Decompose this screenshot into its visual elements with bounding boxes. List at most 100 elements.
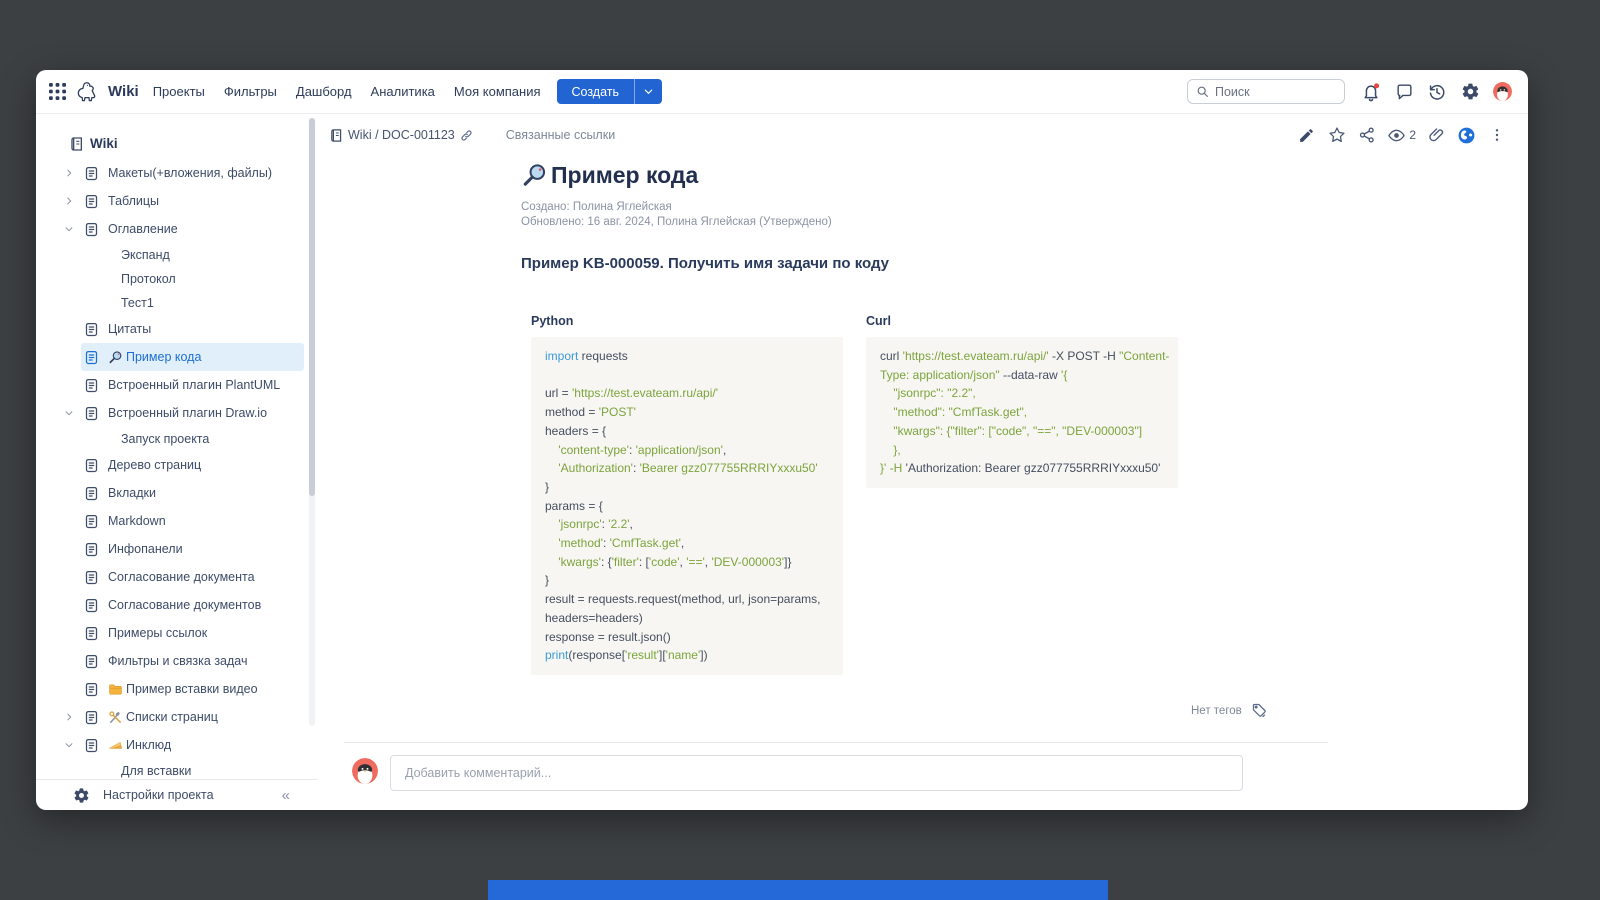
created-by: Создано: Полина Яглейская: [521, 200, 832, 215]
history-icon[interactable]: [1427, 82, 1447, 102]
sidebar-item-4[interactable]: Протокол: [36, 267, 304, 291]
sidebar-item-label: Примеры ссылок: [108, 626, 207, 640]
sidebar-item-11[interactable]: Дерево страниц: [36, 451, 304, 479]
related-links-button[interactable]: Связанные ссылки: [506, 128, 615, 142]
comment-input[interactable]: [390, 755, 1243, 791]
sidebar-item-10[interactable]: Запуск проекта: [36, 427, 304, 451]
sidebar-item-label: Инфопанели: [108, 542, 183, 556]
nav-item-4[interactable]: Моя компания: [454, 84, 541, 99]
attach-icon[interactable]: [1427, 126, 1446, 145]
chevron-down-icon[interactable]: [64, 224, 81, 234]
nav-item-1[interactable]: Фильтры: [224, 84, 277, 99]
chevron-right-icon[interactable]: [64, 712, 81, 722]
sidebar-item-9[interactable]: Встроенный плагин Draw.io: [36, 399, 304, 427]
search-box[interactable]: [1187, 79, 1345, 104]
dino-logo-icon[interactable]: [74, 80, 100, 104]
sidebar-item-17[interactable]: Примеры ссылок: [36, 619, 304, 647]
sidebar-item-label: Списки страниц: [126, 710, 218, 724]
sidebar-item-label: Фильтры и связка задач: [108, 654, 248, 668]
doc-icon: [84, 654, 99, 669]
create-button-label[interactable]: Создать: [557, 79, 635, 104]
doc-icon: [84, 486, 99, 501]
create-dropdown-caret[interactable]: [634, 79, 662, 104]
share-icon[interactable]: [1357, 126, 1376, 145]
sidebar-item-22[interactable]: Для вставки: [36, 759, 304, 779]
gear-icon[interactable]: [1460, 82, 1480, 102]
top-actions: [1361, 82, 1480, 102]
sidebar-item-label: Вкладки: [108, 486, 156, 500]
create-button[interactable]: Создать: [557, 79, 663, 104]
sidebar-item-16[interactable]: Согласование документов: [36, 591, 304, 619]
magnifier-icon: [521, 162, 548, 189]
app-title: Wiki: [108, 83, 139, 100]
sidebar-item-20[interactable]: Списки страниц: [36, 703, 304, 731]
sidebar-item-5[interactable]: Тест1: [36, 291, 304, 315]
apps-grid-icon[interactable]: [49, 83, 66, 100]
globe-icon[interactable]: [1457, 126, 1476, 145]
sidebar-item-13[interactable]: Markdown: [36, 507, 304, 535]
sidebar-item-8[interactable]: Встроенный плагин PlantUML: [36, 371, 304, 399]
chevron-down-icon[interactable]: [64, 740, 81, 750]
add-tag-icon[interactable]: [1251, 702, 1268, 719]
updated-by: Обновлено: 16 авг. 2024, Полина Яглейска…: [521, 215, 832, 230]
sidebar-item-21[interactable]: Инклюд: [36, 731, 304, 759]
sidebar-item-18[interactable]: Фильтры и связка задач: [36, 647, 304, 675]
page-tree: Макеты(+вложения, файлы)ТаблицыОглавлени…: [36, 159, 318, 779]
sidebar-item-12[interactable]: Вкладки: [36, 479, 304, 507]
chevron-right-icon[interactable]: [64, 196, 81, 206]
document-icon: [329, 128, 344, 143]
doc-icon: [84, 598, 99, 613]
copy-link-icon[interactable]: [459, 128, 474, 143]
sidebar-item-label: Встроенный плагин Draw.io: [108, 406, 267, 420]
nav-item-3[interactable]: Аналитика: [371, 84, 435, 99]
note-icon[interactable]: [1394, 82, 1414, 102]
magnifier-icon: [108, 350, 123, 365]
sidebar-item-label: Цитаты: [108, 322, 151, 336]
chevron-right-icon[interactable]: [64, 168, 81, 178]
sidebar-item-1[interactable]: Таблицы: [36, 187, 304, 215]
nav-item-0[interactable]: Проекты: [153, 84, 205, 99]
sidebar-scrollbar-thumb[interactable]: [309, 118, 315, 496]
doc-icon: [84, 682, 99, 697]
sidebar-item-14[interactable]: Инфопанели: [36, 535, 304, 563]
sidebar: Wiki Макеты(+вложения, файлы)ТаблицыОгла…: [36, 114, 318, 810]
breadcrumb-text[interactable]: Wiki / DOC-001123: [348, 128, 455, 142]
nav-item-2[interactable]: Дашборд: [296, 84, 352, 99]
chevron-down-icon[interactable]: [64, 408, 81, 418]
doc-icon: [84, 458, 99, 473]
user-avatar[interactable]: [1493, 82, 1512, 101]
doc-icon: [84, 570, 99, 585]
watchers-button[interactable]: 2: [1387, 126, 1416, 145]
sidebar-item-label: Пример кода: [126, 350, 201, 364]
doc-icon: [84, 738, 99, 753]
sidebar-item-15[interactable]: Согласование документа: [36, 563, 304, 591]
collapse-sidebar-button[interactable]: «: [282, 787, 290, 804]
doc-icon: [84, 194, 99, 209]
settings-gear-icon[interactable]: [73, 787, 90, 804]
project-settings-link[interactable]: Настройки проекта: [103, 788, 214, 802]
app-window: Wiki Проекты Фильтры Дашборд Аналитика Моя к…: [36, 70, 1528, 810]
search-input[interactable]: [1215, 85, 1336, 99]
background-blue-strip: [488, 880, 1108, 900]
sidebar-item-0[interactable]: Макеты(+вложения, файлы): [36, 159, 304, 187]
doc-icon: [84, 710, 99, 725]
sidebar-item-label: Для вставки: [121, 764, 191, 778]
sidebar-item-7[interactable]: Пример кода: [36, 343, 304, 371]
article-heading: Пример KB-000059. Получить имя задачи по…: [521, 255, 889, 272]
tags-row: Нет тегов: [1191, 702, 1268, 719]
star-icon[interactable]: [1327, 126, 1346, 145]
breadcrumb[interactable]: Wiki / DOC-001123: [329, 128, 474, 143]
sidebar-footer: Настройки проекта «: [36, 779, 318, 810]
top-navbar: Wiki Проекты Фильтры Дашборд Аналитика Моя к…: [36, 70, 1528, 114]
main-content: Wiki / DOC-001123 Связанные ссылки 2 При…: [318, 114, 1528, 810]
bell-icon[interactable]: [1361, 82, 1381, 102]
sidebar-item-6[interactable]: Цитаты: [36, 315, 304, 343]
sidebar-item-19[interactable]: Пример вставки видео: [36, 675, 304, 703]
doc-icon: [84, 514, 99, 529]
sidebar-item-label: Согласование документов: [108, 598, 261, 612]
sidebar-item-2[interactable]: Оглавление: [36, 215, 304, 243]
doc-icon: [84, 626, 99, 641]
kebab-icon[interactable]: [1487, 126, 1506, 145]
sidebar-item-3[interactable]: Экспанд: [36, 243, 304, 267]
edit-icon[interactable]: [1297, 126, 1316, 145]
